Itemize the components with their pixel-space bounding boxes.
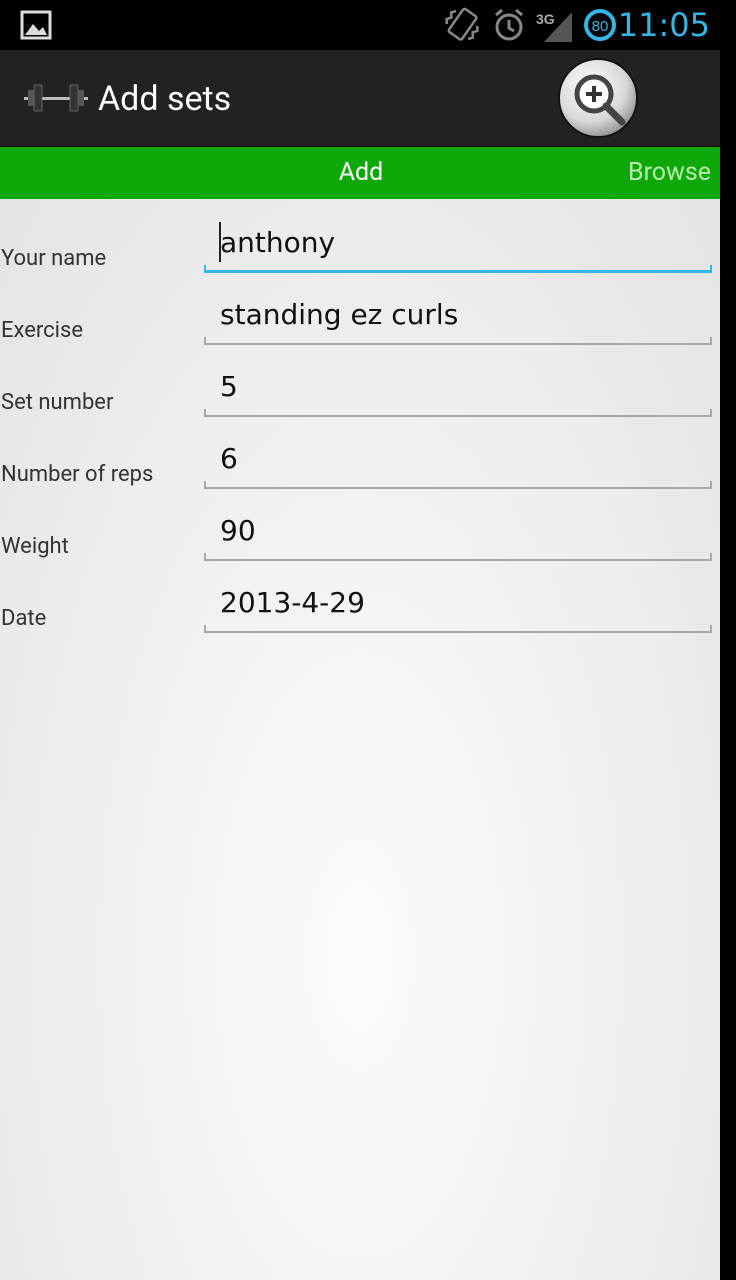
name-label: Your name xyxy=(1,246,107,271)
weight-input[interactable] xyxy=(220,509,700,553)
form-row-name: Your name xyxy=(0,209,720,281)
battery-icon: 80 xyxy=(584,9,616,41)
exercise-field[interactable] xyxy=(204,281,712,345)
date-label: Date xyxy=(1,606,47,631)
name-field[interactable] xyxy=(204,209,712,273)
alarm-icon xyxy=(495,8,523,41)
search-zoom-icon[interactable] xyxy=(556,56,640,140)
signal-icon: 3G xyxy=(536,11,572,42)
add-set-form: Your name Exercise Set number Number of … xyxy=(0,199,720,1280)
screen-edge xyxy=(720,50,736,1280)
vibrate-icon xyxy=(445,7,479,41)
form-row-weight: Weight xyxy=(0,497,720,569)
input-underline xyxy=(204,481,712,489)
dumbbell-icon xyxy=(24,84,88,112)
tab-add[interactable]: Add xyxy=(320,147,402,199)
reps-input[interactable] xyxy=(220,437,700,481)
tab-bar: Add Browse xyxy=(0,147,720,199)
name-input[interactable] xyxy=(220,221,700,265)
input-underline xyxy=(204,409,712,417)
input-underline xyxy=(204,553,712,561)
exercise-input[interactable] xyxy=(220,293,700,337)
form-row-set-number: Set number xyxy=(0,353,720,425)
date-field[interactable] xyxy=(204,569,712,633)
tab-browse[interactable]: Browse xyxy=(628,147,711,199)
form-row-date: Date xyxy=(0,569,720,641)
text-cursor xyxy=(219,222,221,262)
action-bar: Add sets xyxy=(0,50,720,146)
reps-label: Number of reps xyxy=(1,462,154,487)
weight-label: Weight xyxy=(1,534,69,559)
weight-field[interactable] xyxy=(204,497,712,561)
status-bar: 3G 80 11:05 xyxy=(0,0,736,50)
status-time: 11:05 xyxy=(617,6,710,44)
input-underline xyxy=(204,625,712,633)
set-number-field[interactable] xyxy=(204,353,712,417)
page-title: Add sets xyxy=(98,79,232,119)
form-row-reps: Number of reps xyxy=(0,425,720,497)
set-number-label: Set number xyxy=(1,390,114,415)
exercise-label: Exercise xyxy=(1,318,84,343)
input-underline xyxy=(204,337,712,345)
form-row-exercise: Exercise xyxy=(0,281,720,353)
reps-field[interactable] xyxy=(204,425,712,489)
date-input[interactable] xyxy=(220,581,700,625)
network-type-label: 3G xyxy=(536,11,555,27)
battery-level-label: 80 xyxy=(592,18,609,35)
set-number-input[interactable] xyxy=(220,365,700,409)
input-underline xyxy=(204,265,712,273)
gallery-icon xyxy=(20,10,52,40)
